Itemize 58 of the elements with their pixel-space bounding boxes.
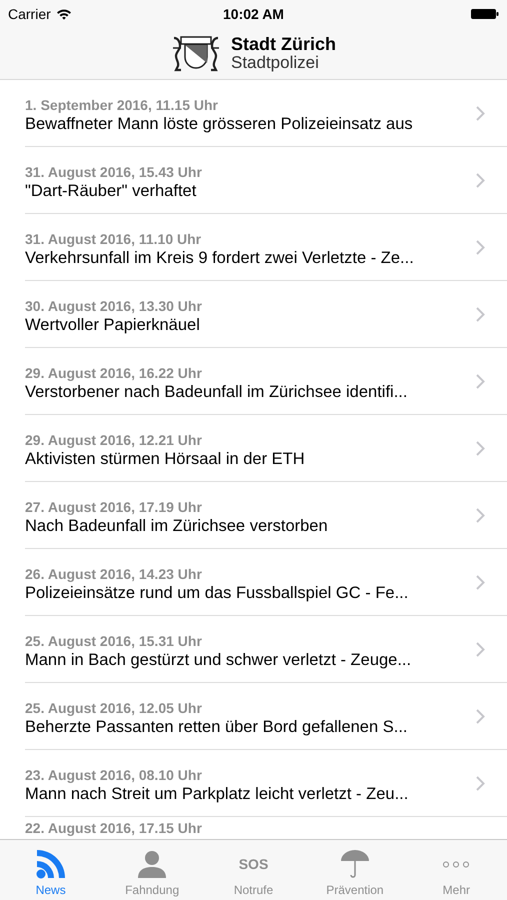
chevron-icon xyxy=(476,776,485,790)
news-date: 27. August 2016, 17.19 Uhr xyxy=(25,498,203,514)
header-title: Stadt Zürich xyxy=(230,34,336,54)
news-row[interactable]: 29. August 2016, 12.21 Uhr Aktivisten stürmen Hörsaal in der ETH xyxy=(25,415,507,482)
chevron-icon xyxy=(476,440,485,456)
news-headline: Aktivisten stürmen Hörsaal in der ETH xyxy=(25,450,306,468)
news-row[interactable]: 31. August 2016, 11.10 Uhr Verkehrsunfall im Kreis 9 fordert zwei Verletzte - Ze... xyxy=(25,214,507,281)
news-row[interactable]: 23. August 2016, 08.10 Uhr Mann nach Streit um Parkplatz leicht verletzt - Zeu... xyxy=(25,750,507,817)
sos-icon: SOS xyxy=(238,849,268,879)
news-headline: Bewaffneter Mann löste grösseren Polizeieinsatz aus xyxy=(25,114,414,134)
news-headline: Verstorbener nach Badeunfall im Zürichsee identifi... xyxy=(25,382,408,402)
news-headline: Beherzte Passanten retten über Bord gefallenen S... xyxy=(25,718,408,736)
news-row[interactable]: 31. August 2016, 15.43 Uhr "Dart-Räuber" verhaftet xyxy=(25,147,507,214)
clock-time: 10:02 AM xyxy=(223,6,284,22)
carrier-name: Carrier xyxy=(8,6,51,22)
news-row[interactable]: 25. August 2016, 15.31 Uhr Mann in Bach gestürzt und schwer verletzt - Zeuge... xyxy=(25,616,507,683)
chevron-icon xyxy=(476,306,485,322)
chevron-icon xyxy=(476,240,485,254)
chevron-icon xyxy=(476,642,485,656)
news-date: 31. August 2016, 15.43 Uhr xyxy=(25,164,203,180)
header-subtitle: Stadtpolizei xyxy=(230,54,320,72)
news-date: 30. August 2016, 13.30 Uhr xyxy=(25,298,203,314)
person-icon xyxy=(137,849,168,879)
news-date: 31. August 2016, 11.10 Uhr xyxy=(25,230,202,246)
news-row[interactable]: 25. August 2016, 12.05 Uhr Beherzte Passanten retten über Bord gefallenen S... xyxy=(25,683,507,750)
news-date: 25. August 2016, 12.05 Uhr xyxy=(25,700,203,716)
chevron-icon xyxy=(476,172,485,188)
news-headline: Mann in Bach gestürzt und schwer verletzt - Zeuge... xyxy=(25,650,412,670)
chevron-icon xyxy=(476,508,485,522)
coat-of-arms-icon xyxy=(170,34,221,72)
news-row[interactable]: 30. August 2016, 13.30 Uhr Wertvoller Papierknäuel xyxy=(25,281,507,348)
battery-icon xyxy=(470,8,499,20)
news-date: 23. August 2016, 08.10 Uhr xyxy=(25,766,203,782)
chevron-icon xyxy=(476,708,485,724)
news-date: 29. August 2016, 16.22 Uhr xyxy=(25,364,203,380)
rss-feed-icon xyxy=(36,849,66,879)
news-date: 22. August 2016, 17.15 Uhr xyxy=(25,820,203,836)
chevron-icon xyxy=(476,374,485,388)
news-date: 25. August 2016, 15.31 Uhr xyxy=(25,632,203,648)
news-row[interactable]: 27. August 2016, 17.19 Uhr Nach Badeunfall im Zürichsee verstorben xyxy=(25,482,507,549)
news-headline: Verkehrsunfall im Kreis 9 fordert zwei Verletzte - Ze... xyxy=(25,248,415,268)
news-headline: Nach Badeunfall im Zürichsee verstorben xyxy=(25,516,329,536)
news-date: 1. September 2016, 11.15 Uhr xyxy=(25,96,219,112)
chevron-icon xyxy=(476,574,485,590)
umbrella-icon xyxy=(340,849,370,879)
news-headline: Mann nach Streit um Parkplatz leicht verletzt - Zeu... xyxy=(25,784,410,804)
news-date: 29. August 2016, 12.21 Uhr xyxy=(25,432,203,448)
news-headline: Polizeieinsätze rund um das Fussballspiel GC - Fe... xyxy=(25,584,410,602)
news-headline: "Dart-Räuber" verhaftet xyxy=(25,182,198,200)
news-row[interactable]: 29. August 2016, 16.22 Uhr Verstorbener nach Badeunfall im Zürichsee identifi... xyxy=(25,348,507,415)
news-row[interactable]: 1. September 2016, 11.15 Uhr Bewaffneter Mann löste grösseren Polizeieinsatz aus xyxy=(25,80,507,147)
tab-item[interactable]: News xyxy=(0,840,102,900)
news-headline: Wertvoller Papierknäuel xyxy=(25,316,201,334)
chevron-icon xyxy=(476,106,485,120)
news-row[interactable]: 26. August 2016, 14.23 Uhr Polizeieinsätze rund um das Fussballspiel GC - Fe... xyxy=(25,549,507,616)
more-icon xyxy=(443,860,470,868)
news-date: 26. August 2016, 14.23 Uhr xyxy=(25,566,203,582)
wifi-icon xyxy=(56,8,72,20)
